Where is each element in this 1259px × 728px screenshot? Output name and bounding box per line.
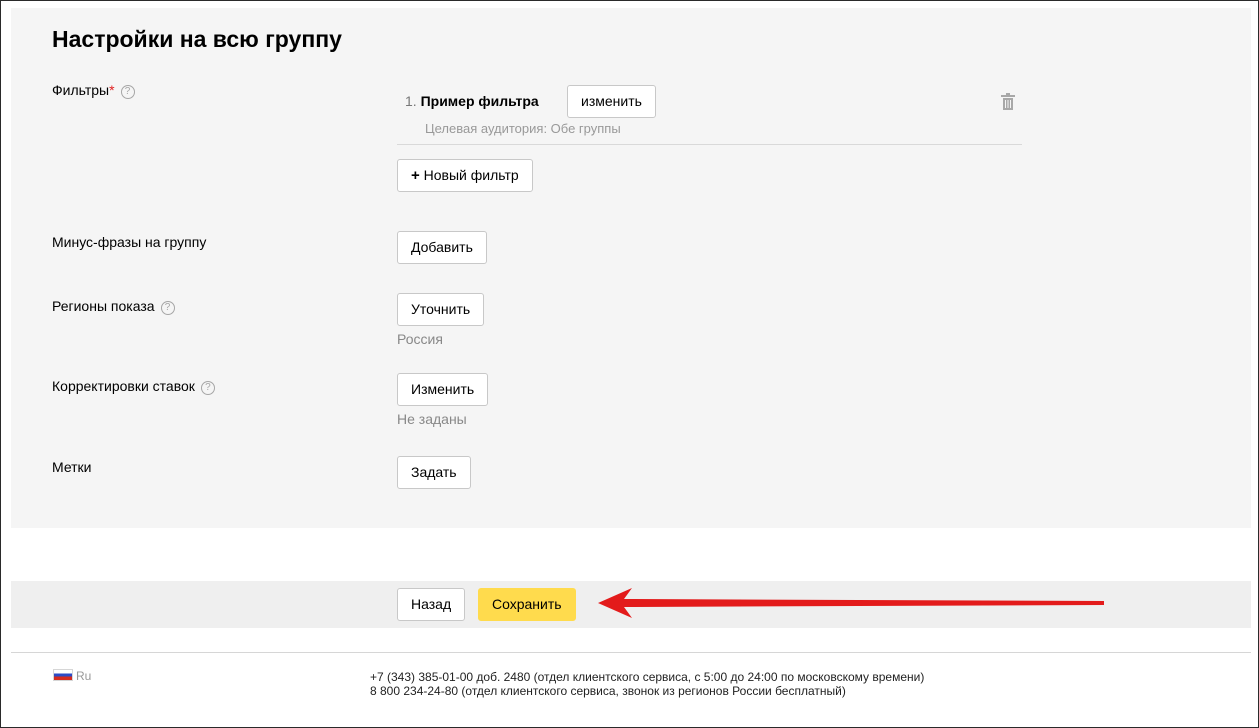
filter-number: 1. bbox=[405, 93, 417, 109]
back-button[interactable]: Назад bbox=[397, 588, 466, 621]
bid-adjustments-label: Корректировки ставок? bbox=[52, 378, 215, 395]
language-switcher[interactable]: Ru bbox=[53, 669, 91, 683]
bid-adjustments-value: Не заданы bbox=[397, 411, 467, 427]
help-icon[interactable]: ? bbox=[200, 381, 215, 395]
new-filter-label: Новый фильтр bbox=[423, 167, 519, 183]
set-tags-button[interactable]: Задать bbox=[397, 456, 471, 489]
save-button[interactable]: Сохранить bbox=[478, 588, 576, 621]
tags-label: Метки bbox=[52, 459, 92, 475]
language-label: Ru bbox=[76, 669, 92, 683]
bid-adjustments-label-text: Корректировки ставок bbox=[52, 378, 195, 394]
footer-phone-2: 8 800 234-24-80 (отдел клиентского серви… bbox=[370, 684, 846, 698]
russia-flag-icon bbox=[53, 669, 73, 681]
help-icon[interactable]: ? bbox=[160, 301, 175, 315]
specify-regions-button[interactable]: Уточнить bbox=[397, 293, 485, 326]
filters-label: Фильтры*? bbox=[52, 82, 135, 99]
filter-name: Пример фильтра bbox=[420, 93, 539, 109]
filter-divider bbox=[397, 144, 1022, 145]
trash-icon[interactable] bbox=[1001, 93, 1015, 110]
add-negative-phrases-button[interactable]: Добавить bbox=[397, 231, 487, 264]
negative-phrases-label: Минус-фразы на группу bbox=[52, 234, 207, 250]
edit-filter-button[interactable]: изменить bbox=[567, 85, 656, 118]
new-filter-button[interactable]: + Новый фильтр bbox=[397, 159, 533, 192]
regions-label: Регионы показа? bbox=[52, 298, 175, 315]
footer-phone-1: +7 (343) 385-01-00 доб. 2480 (отдел клие… bbox=[370, 670, 925, 684]
filters-label-text: Фильтры bbox=[52, 82, 110, 98]
regions-value: Россия bbox=[397, 331, 443, 347]
page-title: Настройки на всю группу bbox=[52, 26, 342, 52]
required-mark: * bbox=[109, 82, 115, 98]
plus-icon: + bbox=[411, 167, 420, 184]
regions-label-text: Регионы показа bbox=[52, 298, 155, 314]
help-icon[interactable]: ? bbox=[120, 85, 135, 99]
footer-divider bbox=[11, 652, 1251, 653]
filter-audience: Целевая аудитория: Обе группы bbox=[425, 121, 621, 136]
filter-item: 1. Пример фильтра bbox=[405, 93, 539, 109]
annotation-arrow bbox=[598, 588, 1104, 618]
change-bid-adjustments-button[interactable]: Изменить bbox=[397, 373, 489, 406]
